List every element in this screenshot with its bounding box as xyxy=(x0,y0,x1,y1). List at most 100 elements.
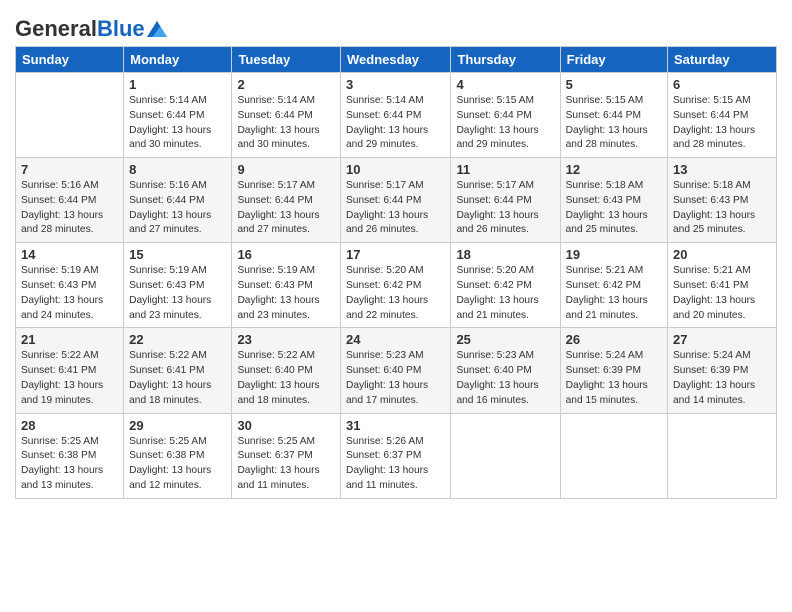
calendar-cell xyxy=(451,413,560,498)
day-number: 23 xyxy=(237,332,335,347)
calendar-cell: 6Sunrise: 5:15 AM Sunset: 6:44 PM Daylig… xyxy=(668,73,777,158)
calendar-cell xyxy=(668,413,777,498)
calendar-cell: 31 Sunrise: 5:26 AM Sunset: 6:37 PM Dayli… xyxy=(341,413,451,498)
day-number: 9 xyxy=(237,162,335,177)
day-number: 28 xyxy=(21,418,118,433)
day-number: 19 xyxy=(566,247,662,262)
cell-content: Sunrise: 5:21 AM Sunset: 6:41 PM Dayligh… xyxy=(673,264,771,323)
day-number: 17 xyxy=(346,247,445,262)
cell-content: Sunrise: 5:14 AM Sunset: 6:44 PM Dayligh… xyxy=(129,94,226,153)
cell-content: Sunrise: 5:20 AM Sunset: 6:42 PM Dayligh… xyxy=(346,264,445,323)
calendar-cell: 23 Sunrise: 5:22 AM Sunset: 6:40 PM Dayli… xyxy=(232,328,341,413)
day-number: 3 xyxy=(346,77,445,92)
day-number: 30 xyxy=(237,418,335,433)
day-number: 8 xyxy=(129,162,226,177)
day-number: 24 xyxy=(346,332,445,347)
calendar-cell: 12 Sunrise: 5:18 AM Sunset: 6:43 PM Dayli… xyxy=(560,158,667,243)
cell-content: Sunrise: 5:22 AM Sunset: 6:41 PM Dayligh… xyxy=(21,349,118,408)
day-number: 13 xyxy=(673,162,771,177)
cell-content: Sunrise: 5:20 AM Sunset: 6:42 PM Dayligh… xyxy=(456,264,554,323)
calendar-cell: 9 Sunrise: 5:17 AM Sunset: 6:44 PM Daylig… xyxy=(232,158,341,243)
calendar-cell: 14Sunrise: 5:19 AM Sunset: 6:43 PM Dayli… xyxy=(16,243,124,328)
day-number: 1 xyxy=(129,77,226,92)
cell-content: Sunrise: 5:24 AM Sunset: 6:39 PM Dayligh… xyxy=(673,349,771,408)
calendar-cell: 1 Sunrise: 5:14 AM Sunset: 6:44 PM Daylig… xyxy=(124,73,232,158)
calendar-cell: 21 Sunrise: 5:22 AM Sunset: 6:41 PM Dayli… xyxy=(16,328,124,413)
cell-content: Sunrise: 5:25 AM Sunset: 6:38 PM Dayligh… xyxy=(129,435,226,494)
col-header-saturday: Saturday xyxy=(668,47,777,73)
cell-content: Sunrise: 5:25 AM Sunset: 6:37 PM Dayligh… xyxy=(237,435,335,494)
logo-area: GeneralBlue xyxy=(15,10,167,40)
week-row-4: 21 Sunrise: 5:22 AM Sunset: 6:41 PM Dayli… xyxy=(16,328,777,413)
calendar-cell: 8Sunrise: 5:16 AM Sunset: 6:44 PM Daylig… xyxy=(124,158,232,243)
day-number: 5 xyxy=(566,77,662,92)
cell-content: Sunrise: 5:19 AM Sunset: 6:43 PM Dayligh… xyxy=(21,264,118,323)
cell-content: Sunrise: 5:15 AM Sunset: 6:44 PM Dayligh… xyxy=(566,94,662,153)
calendar-cell: 19Sunrise: 5:21 AM Sunset: 6:42 PM Dayli… xyxy=(560,243,667,328)
calendar-cell: 13 Sunrise: 5:18 AM Sunset: 6:43 PM Dayli… xyxy=(668,158,777,243)
calendar-cell: 15 Sunrise: 5:19 AM Sunset: 6:43 PM Dayli… xyxy=(124,243,232,328)
cell-content: Sunrise: 5:18 AM Sunset: 6:43 PM Dayligh… xyxy=(566,179,662,238)
cell-content: Sunrise: 5:17 AM Sunset: 6:44 PM Dayligh… xyxy=(456,179,554,238)
day-number: 20 xyxy=(673,247,771,262)
cell-content: Sunrise: 5:18 AM Sunset: 6:43 PM Dayligh… xyxy=(673,179,771,238)
header: GeneralBlue xyxy=(15,10,777,40)
cell-content: Sunrise: 5:22 AM Sunset: 6:41 PM Dayligh… xyxy=(129,349,226,408)
day-number: 29 xyxy=(129,418,226,433)
calendar-cell xyxy=(16,73,124,158)
week-row-3: 14Sunrise: 5:19 AM Sunset: 6:43 PM Dayli… xyxy=(16,243,777,328)
day-number: 22 xyxy=(129,332,226,347)
day-number: 7 xyxy=(21,162,118,177)
calendar-cell xyxy=(560,413,667,498)
day-number: 11 xyxy=(456,162,554,177)
cell-content: Sunrise: 5:14 AM Sunset: 6:44 PM Dayligh… xyxy=(346,94,445,153)
day-number: 16 xyxy=(237,247,335,262)
day-number: 18 xyxy=(456,247,554,262)
day-number: 12 xyxy=(566,162,662,177)
cell-content: Sunrise: 5:22 AM Sunset: 6:40 PM Dayligh… xyxy=(237,349,335,408)
header-row: SundayMondayTuesdayWednesdayThursdayFrid… xyxy=(16,47,777,73)
day-number: 21 xyxy=(21,332,118,347)
cell-content: Sunrise: 5:23 AM Sunset: 6:40 PM Dayligh… xyxy=(346,349,445,408)
calendar-table: SundayMondayTuesdayWednesdayThursdayFrid… xyxy=(15,46,777,499)
cell-content: Sunrise: 5:25 AM Sunset: 6:38 PM Dayligh… xyxy=(21,435,118,494)
col-header-friday: Friday xyxy=(560,47,667,73)
calendar-cell: 18 Sunrise: 5:20 AM Sunset: 6:42 PM Dayli… xyxy=(451,243,560,328)
day-number: 15 xyxy=(129,247,226,262)
calendar-cell: 27 Sunrise: 5:24 AM Sunset: 6:39 PM Dayli… xyxy=(668,328,777,413)
day-number: 27 xyxy=(673,332,771,347)
week-row-2: 7 Sunrise: 5:16 AM Sunset: 6:44 PM Daylig… xyxy=(16,158,777,243)
calendar-cell: 3 Sunrise: 5:14 AM Sunset: 6:44 PM Daylig… xyxy=(341,73,451,158)
day-number: 25 xyxy=(456,332,554,347)
logo-blue: Blue xyxy=(97,16,145,41)
cell-content: Sunrise: 5:16 AM Sunset: 6:44 PM Dayligh… xyxy=(21,179,118,238)
week-row-5: 28 Sunrise: 5:25 AM Sunset: 6:38 PM Dayli… xyxy=(16,413,777,498)
col-header-monday: Monday xyxy=(124,47,232,73)
calendar-cell: 28 Sunrise: 5:25 AM Sunset: 6:38 PM Dayli… xyxy=(16,413,124,498)
calendar-cell: 16 Sunrise: 5:19 AM Sunset: 6:43 PM Dayli… xyxy=(232,243,341,328)
calendar-cell: 4Sunrise: 5:15 AM Sunset: 6:44 PM Daylig… xyxy=(451,73,560,158)
calendar-cell: 11 Sunrise: 5:17 AM Sunset: 6:44 PM Dayli… xyxy=(451,158,560,243)
calendar-cell: 10 Sunrise: 5:17 AM Sunset: 6:44 PM Dayli… xyxy=(341,158,451,243)
col-header-tuesday: Tuesday xyxy=(232,47,341,73)
cell-content: Sunrise: 5:24 AM Sunset: 6:39 PM Dayligh… xyxy=(566,349,662,408)
cell-content: Sunrise: 5:19 AM Sunset: 6:43 PM Dayligh… xyxy=(237,264,335,323)
col-header-sunday: Sunday xyxy=(16,47,124,73)
calendar-cell: 30 Sunrise: 5:25 AM Sunset: 6:37 PM Dayli… xyxy=(232,413,341,498)
day-number: 6 xyxy=(673,77,771,92)
calendar-cell: 5 Sunrise: 5:15 AM Sunset: 6:44 PM Daylig… xyxy=(560,73,667,158)
cell-content: Sunrise: 5:26 AM Sunset: 6:37 PM Dayligh… xyxy=(346,435,445,494)
cell-content: Sunrise: 5:19 AM Sunset: 6:43 PM Dayligh… xyxy=(129,264,226,323)
day-number: 10 xyxy=(346,162,445,177)
calendar-cell: 2Sunrise: 5:14 AM Sunset: 6:44 PM Daylig… xyxy=(232,73,341,158)
col-header-wednesday: Wednesday xyxy=(341,47,451,73)
col-header-thursday: Thursday xyxy=(451,47,560,73)
day-number: 26 xyxy=(566,332,662,347)
cell-content: Sunrise: 5:14 AM Sunset: 6:44 PM Dayligh… xyxy=(237,94,335,153)
day-number: 4 xyxy=(456,77,554,92)
cell-content: Sunrise: 5:17 AM Sunset: 6:44 PM Dayligh… xyxy=(237,179,335,238)
logo-general: General xyxy=(15,16,97,41)
day-number: 31 xyxy=(346,418,445,433)
cell-content: Sunrise: 5:17 AM Sunset: 6:44 PM Dayligh… xyxy=(346,179,445,238)
calendar-cell: 22 Sunrise: 5:22 AM Sunset: 6:41 PM Dayli… xyxy=(124,328,232,413)
